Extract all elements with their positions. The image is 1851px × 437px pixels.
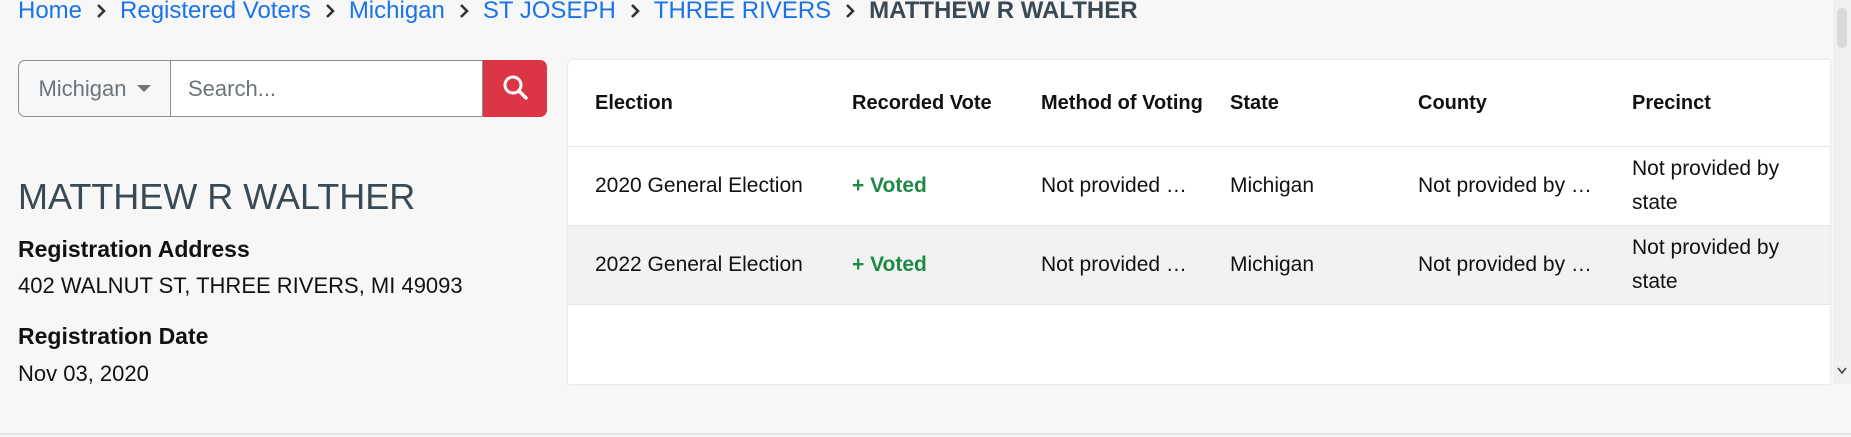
chevron-right-icon: [96, 4, 106, 18]
cell-recorded-vote: + Voted: [852, 253, 927, 276]
registration-date-value: Nov 03, 2020: [18, 361, 149, 386]
breadcrumb-current: MATTHEW R WALTHER: [869, 0, 1138, 24]
cell-state: Michigan: [1230, 253, 1315, 276]
chevron-down-icon[interactable]: [1837, 362, 1847, 380]
cell-recorded-vote: + Voted: [852, 174, 927, 197]
caret-down-icon: [136, 85, 151, 92]
search-button[interactable]: [483, 60, 547, 117]
header-election: Election: [595, 91, 673, 114]
search-bar: Michigan: [18, 60, 547, 117]
chevron-right-icon: [845, 4, 856, 18]
page-scrollbar[interactable]: [1833, 0, 1851, 384]
header-state: State: [1230, 91, 1279, 114]
cell-precinct: Not provided by state: [1632, 157, 1780, 214]
search-icon: [502, 74, 528, 103]
registration-address-value: 402 WALNUT ST, THREE RIVERS, MI 49093: [18, 273, 463, 298]
voter-name: MATTHEW R WALTHER: [18, 176, 416, 217]
cell-state: Michigan: [1230, 174, 1315, 197]
header-county: County: [1418, 91, 1487, 114]
cell-method: Not provided …: [1041, 174, 1187, 197]
state-dropdown-label: Michigan: [38, 75, 127, 101]
search-input[interactable]: [170, 60, 483, 117]
breadcrumb-city[interactable]: THREE RIVERS: [654, 0, 831, 25]
cell-county: Not provided by …: [1418, 174, 1592, 197]
cell-election: 2020 General Election: [595, 174, 803, 197]
header-recorded-vote: Recorded Vote: [852, 91, 992, 114]
header-method-of-voting: Method of Voting: [1041, 91, 1203, 114]
cell-method: Not provided …: [1041, 253, 1187, 276]
state-dropdown[interactable]: Michigan: [18, 60, 170, 117]
registration-date-label: Registration Date: [18, 323, 209, 349]
registration-address-label: Registration Address: [18, 236, 250, 262]
header-precinct: Precinct: [1632, 91, 1711, 114]
chevron-right-icon: [325, 4, 335, 18]
breadcrumb-state[interactable]: Michigan: [349, 0, 445, 25]
table-row: 2022 General Election + Voted Not provid…: [568, 226, 1830, 305]
scrollbar-thumb[interactable]: [1837, 8, 1847, 48]
breadcrumb-registered-voters[interactable]: Registered Voters: [120, 0, 311, 25]
chevron-right-icon: [459, 4, 469, 18]
cell-county: Not provided by …: [1418, 253, 1592, 276]
breadcrumb-county[interactable]: ST JOSEPH: [483, 0, 616, 25]
breadcrumb-home[interactable]: Home: [18, 0, 82, 25]
table-row: 2020 General Election + Voted Not provid…: [568, 147, 1830, 226]
cell-precinct: Not provided by state: [1632, 236, 1780, 293]
breadcrumb: Home Registered Voters Michigan ST JOSEP…: [18, 0, 1138, 28]
chevron-right-icon: [630, 4, 640, 18]
table-header: Election Recorded Vote Method of Voting …: [568, 60, 1830, 147]
voting-history-table: Election Recorded Vote Method of Voting …: [568, 60, 1830, 384]
cell-election: 2022 General Election: [595, 253, 803, 276]
page: Home Registered Voters Michigan ST JOSEP…: [0, 0, 1851, 437]
divider: [0, 433, 1851, 435]
